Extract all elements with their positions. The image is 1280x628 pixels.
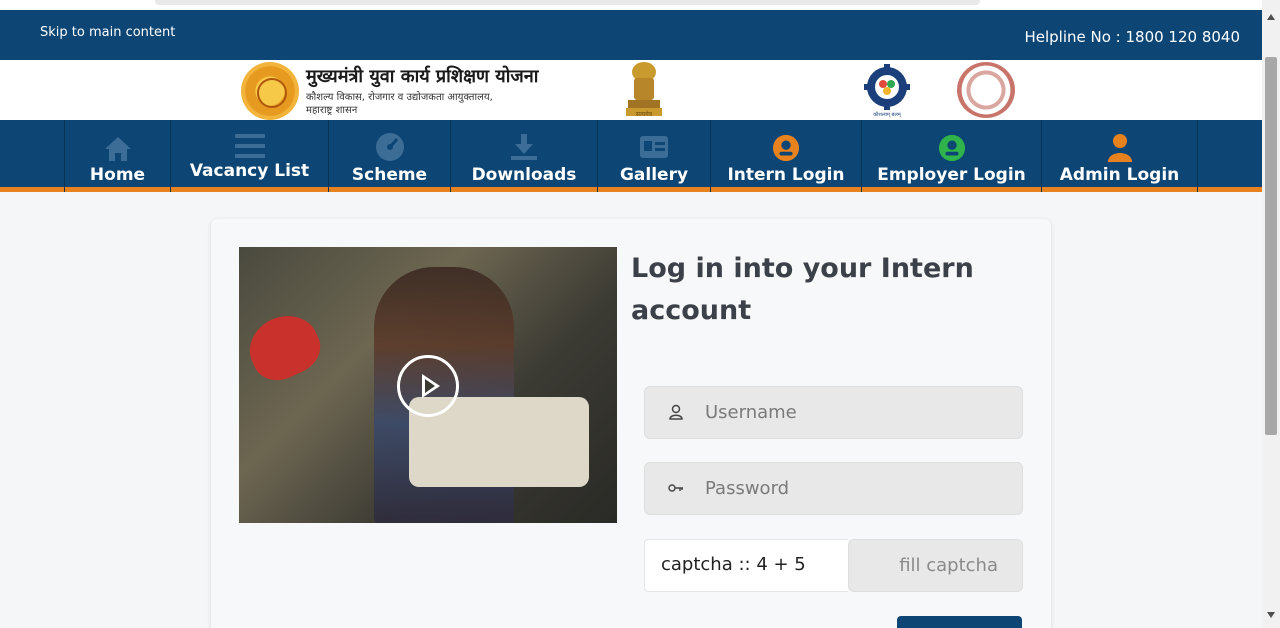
nav-gallery[interactable]: Gallery bbox=[597, 120, 710, 192]
nav-label: Downloads bbox=[471, 165, 577, 185]
password-input[interactable] bbox=[705, 463, 1005, 514]
commissionerate-logo bbox=[957, 62, 1015, 118]
gauge-icon bbox=[375, 133, 404, 161]
nav-admin-login[interactable]: Admin Login bbox=[1041, 120, 1197, 192]
video-thumbnail-lamp bbox=[239, 305, 329, 389]
username-input[interactable] bbox=[705, 387, 1005, 438]
captcha-input[interactable] bbox=[849, 540, 1022, 591]
list-icon bbox=[234, 134, 265, 158]
nav-label: Scheme bbox=[351, 165, 428, 185]
nav-vacancy-list[interactable]: Vacancy List bbox=[170, 120, 328, 192]
address-bar-edge bbox=[155, 0, 980, 5]
download-icon bbox=[511, 134, 537, 160]
intern-user-icon bbox=[772, 134, 800, 162]
password-field bbox=[644, 462, 1023, 515]
nav-downloads[interactable]: Downloads bbox=[450, 120, 597, 192]
nav-label: Vacancy List bbox=[189, 161, 310, 181]
page-scrollbar[interactable] bbox=[1262, 0, 1280, 628]
admin-user-icon bbox=[1107, 134, 1132, 162]
nav-employer-login[interactable]: Employer Login bbox=[861, 120, 1041, 192]
svg-text:सत्यमेव: सत्यमेव bbox=[636, 110, 653, 118]
employer-user-icon bbox=[938, 134, 965, 162]
nav-label: Home bbox=[89, 165, 146, 185]
national-emblem-logo: सत्यमेव bbox=[626, 62, 662, 118]
logo-caption: कौशल्यम् बलम् bbox=[873, 111, 902, 118]
maharashtra-seal-logo bbox=[241, 62, 299, 120]
top-bar: Skip to main content Helpline No : 1800 … bbox=[0, 10, 1262, 60]
government-name: महाराष्ट्र शासन bbox=[306, 105, 358, 116]
department-name: कौशल्य विकास, रोजगार व उद्योजकता आयुक्ता… bbox=[306, 92, 493, 103]
login-button[interactable] bbox=[897, 616, 1022, 628]
scheme-title: मुख्यमंत्री युवा कार्य प्रशिक्षण योजना bbox=[306, 66, 539, 87]
play-icon[interactable] bbox=[397, 355, 459, 417]
skill-gear-logo: कौशल्यम् बलम् bbox=[864, 64, 910, 118]
nav-label: Employer Login bbox=[877, 165, 1026, 185]
brand-header: मुख्यमंत्री युवा कार्य प्रशिक्षण योजना क… bbox=[0, 60, 1262, 120]
nav-home[interactable]: Home bbox=[64, 120, 170, 192]
id-card-icon bbox=[640, 136, 668, 158]
skip-to-content-link[interactable]: Skip to main content bbox=[40, 25, 175, 40]
main-navigation: Home Vacancy List Scheme Downloads Galle… bbox=[0, 120, 1262, 192]
nav-divider bbox=[1197, 120, 1198, 192]
home-icon bbox=[104, 137, 131, 161]
login-title: Log in into your Intern account bbox=[631, 253, 974, 326]
key-icon bbox=[668, 484, 683, 492]
nav-label: Gallery bbox=[619, 165, 689, 185]
scrollbar-thumb[interactable] bbox=[1265, 57, 1277, 435]
captcha-field bbox=[848, 539, 1023, 592]
nav-intern-login[interactable]: Intern Login bbox=[710, 120, 861, 192]
username-field bbox=[644, 386, 1023, 439]
intro-video[interactable] bbox=[239, 247, 617, 523]
scroll-up-icon[interactable] bbox=[1267, 14, 1275, 20]
nav-label: Admin Login bbox=[1059, 165, 1180, 185]
nav-label: Intern Login bbox=[727, 165, 845, 185]
scroll-down-icon[interactable] bbox=[1267, 612, 1275, 618]
nav-scheme[interactable]: Scheme bbox=[328, 120, 450, 192]
captcha-question: captcha :: 4 + 5 bbox=[644, 539, 848, 592]
user-icon bbox=[669, 404, 683, 420]
browser-top-strip bbox=[0, 0, 1262, 10]
helpline-number: Helpline No : 1800 120 8040 bbox=[1024, 28, 1240, 46]
